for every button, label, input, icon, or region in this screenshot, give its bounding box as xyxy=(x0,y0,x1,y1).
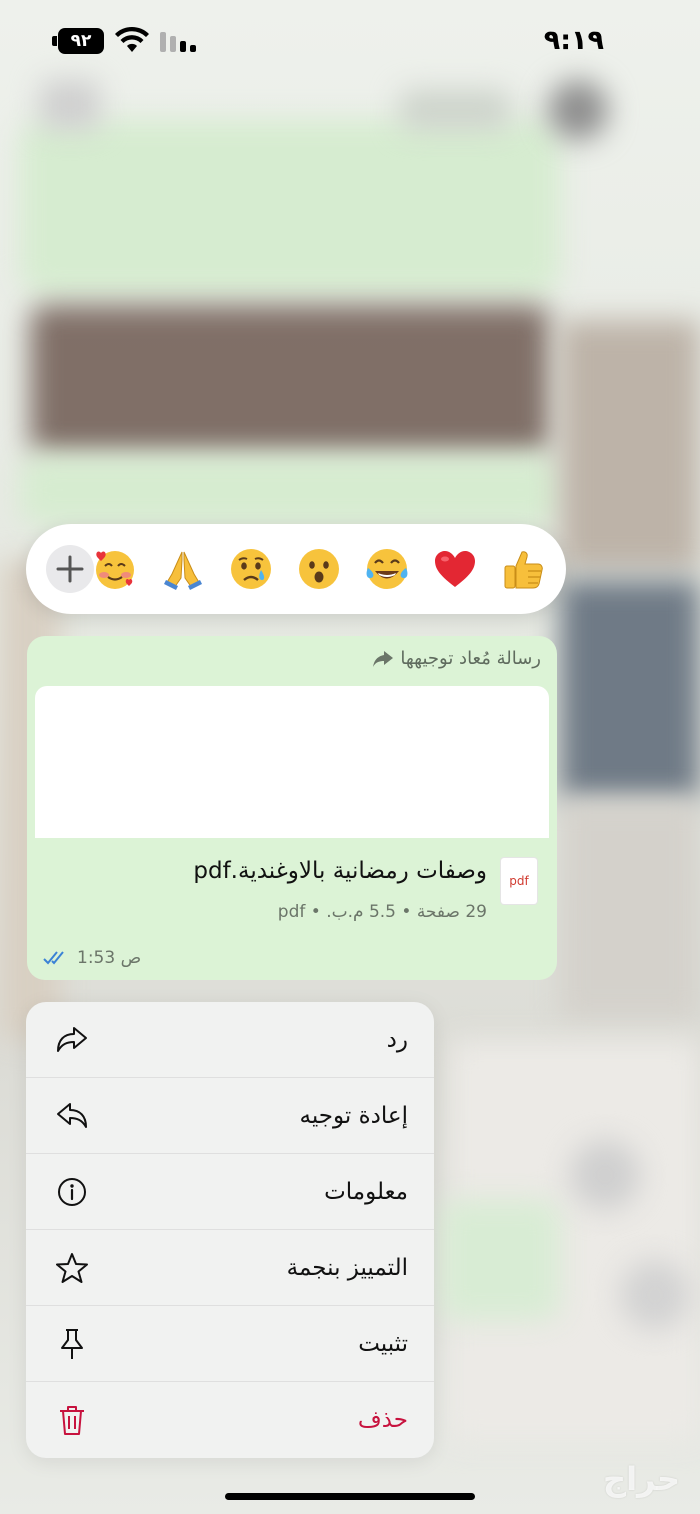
astonished-face-icon[interactable] xyxy=(294,544,344,594)
menu-label-info: معلومات xyxy=(324,1178,408,1205)
cellular-signal-icon xyxy=(160,32,196,52)
status-bar: ٩٢ ٩:١٩ xyxy=(0,0,700,80)
document-title[interactable]: وصفات رمضانية بالاوغندية.pdf xyxy=(193,858,487,884)
pin-icon xyxy=(56,1328,88,1360)
menu-label-star: التمييز بنجمة xyxy=(286,1254,408,1281)
double-check-icon xyxy=(43,951,64,965)
home-indicator[interactable] xyxy=(225,1493,475,1500)
watermark-logo: حراج xyxy=(603,1460,680,1498)
crying-face-icon[interactable] xyxy=(226,544,276,594)
menu-item-forward[interactable]: إعادة توجيه xyxy=(26,1078,434,1154)
message-timestamp: 1:53 ص xyxy=(43,948,141,968)
status-time: ٩:١٩ xyxy=(543,25,604,56)
menu-item-reply[interactable]: رد xyxy=(26,1002,434,1078)
wifi-icon xyxy=(115,26,149,52)
forwarded-arrow-icon xyxy=(373,650,394,667)
message-context-menu: رد إعادة توجيه معلومات التمييز بنجمة تثب… xyxy=(26,1002,434,1458)
star-icon xyxy=(56,1252,88,1284)
info-icon xyxy=(56,1176,88,1208)
document-preview[interactable] xyxy=(35,686,549,838)
document-meta: 29 صفحة • 5.5 م.ب. • pdf xyxy=(277,902,487,922)
pdf-file-icon: pdf xyxy=(501,858,537,904)
plus-icon xyxy=(56,555,84,583)
menu-label-forward: إعادة توجيه xyxy=(299,1102,409,1129)
menu-item-info[interactable]: معلومات xyxy=(26,1154,434,1230)
reply-icon xyxy=(56,1024,88,1056)
tears-of-joy-icon[interactable] xyxy=(362,544,412,594)
menu-label-pin: تثبيت xyxy=(358,1330,408,1357)
reaction-bar xyxy=(26,524,566,614)
forwarded-header: رسالة مُعاد توجيهها xyxy=(372,648,541,669)
menu-item-pin[interactable]: تثبيت xyxy=(26,1306,434,1382)
battery-cap xyxy=(52,36,57,46)
forward-icon xyxy=(56,1100,88,1132)
message-bubble[interactable]: رسالة مُعاد توجيهها pdf وصفات رمضانية با… xyxy=(27,636,557,980)
folded-hands-icon[interactable] xyxy=(158,544,208,594)
trash-icon xyxy=(56,1404,88,1436)
menu-item-star[interactable]: التمييز بنجمة xyxy=(26,1230,434,1306)
red-heart-icon[interactable] xyxy=(430,544,480,594)
message-time: 1:53 ص xyxy=(77,948,142,968)
thumbs-up-icon[interactable] xyxy=(498,544,548,594)
battery-indicator: ٩٢ xyxy=(58,28,104,54)
menu-label-delete: حذف xyxy=(357,1407,408,1433)
pdf-badge: pdf xyxy=(509,874,529,888)
menu-item-delete[interactable]: حذف xyxy=(26,1382,434,1458)
smiling-face-with-hearts-icon[interactable] xyxy=(90,544,140,594)
menu-label-reply: رد xyxy=(386,1026,408,1053)
forwarded-label: رسالة مُعاد توجيهها xyxy=(400,648,541,669)
add-reaction-button[interactable] xyxy=(46,545,94,593)
